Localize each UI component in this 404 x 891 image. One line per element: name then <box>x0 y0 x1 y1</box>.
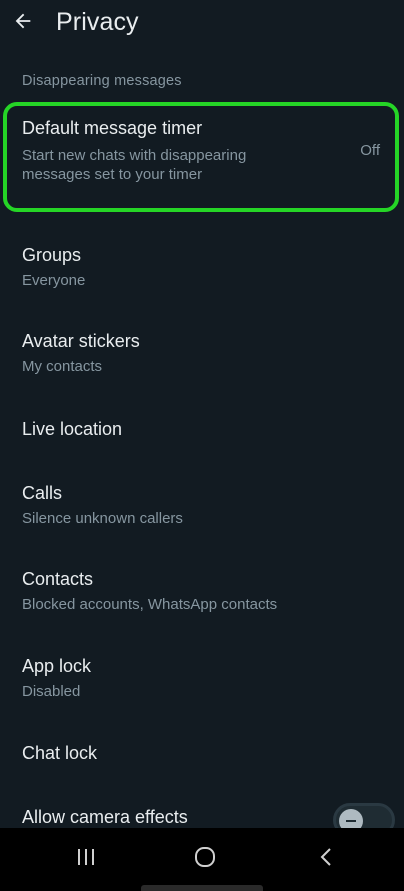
privacy-screen: Privacy Disappearing messages Default me… <box>0 0 404 891</box>
home-button[interactable] <box>192 846 218 872</box>
recent-apps-button[interactable] <box>73 846 99 872</box>
toggle-off-mark <box>346 820 356 822</box>
setting-subtitle: Disabled <box>22 683 81 700</box>
setting-title: Avatar stickers <box>22 331 140 351</box>
recent-apps-icon <box>75 848 97 871</box>
setting-calls[interactable]: Calls Silence unknown callers <box>0 476 404 540</box>
setting-title: Groups <box>22 245 82 265</box>
setting-title: Default message timer <box>22 118 203 138</box>
setting-subtitle-line-1: Start new chats with disappearing <box>22 147 247 164</box>
setting-groups[interactable]: Groups Everyone <box>0 238 404 302</box>
setting-title: Chat lock <box>22 743 98 763</box>
setting-title: Contacts <box>22 569 94 589</box>
setting-live-location[interactable]: Live location <box>0 405 404 455</box>
setting-title: App lock <box>22 656 92 676</box>
section-label-disappearing-messages: Disappearing messages <box>22 73 182 89</box>
setting-default-message-timer[interactable]: Default message timer Start new chats wi… <box>0 104 404 210</box>
setting-title: Calls <box>22 483 63 503</box>
setting-avatar-stickers[interactable]: Avatar stickers My contacts <box>0 325 404 389</box>
setting-chat-lock[interactable]: Chat lock <box>0 729 404 779</box>
setting-app-lock[interactable]: App lock Disabled <box>0 649 404 713</box>
setting-title: Allow camera effects <box>22 807 188 827</box>
setting-title: Live location <box>22 419 123 439</box>
setting-subtitle: Blocked accounts, WhatsApp contacts <box>22 596 278 613</box>
back-nav-icon <box>319 847 333 872</box>
setting-contacts[interactable]: Contacts Blocked accounts, WhatsApp cont… <box>0 562 404 626</box>
system-navigation-bar <box>0 828 404 891</box>
app-bar: Privacy <box>0 0 404 52</box>
setting-subtitle: Everyone <box>22 272 86 289</box>
setting-value: Off <box>360 142 380 159</box>
setting-subtitle-line-2: messages set to your timer <box>22 166 203 183</box>
setting-subtitle: My contacts <box>22 358 103 375</box>
setting-subtitle: Silence unknown callers <box>22 510 183 527</box>
back-button[interactable] <box>10 10 36 36</box>
home-icon <box>194 846 216 872</box>
gesture-bar <box>141 885 263 891</box>
arrow-left-icon <box>12 10 34 37</box>
back-nav-button[interactable] <box>315 846 337 872</box>
page-title: Privacy <box>56 8 139 36</box>
